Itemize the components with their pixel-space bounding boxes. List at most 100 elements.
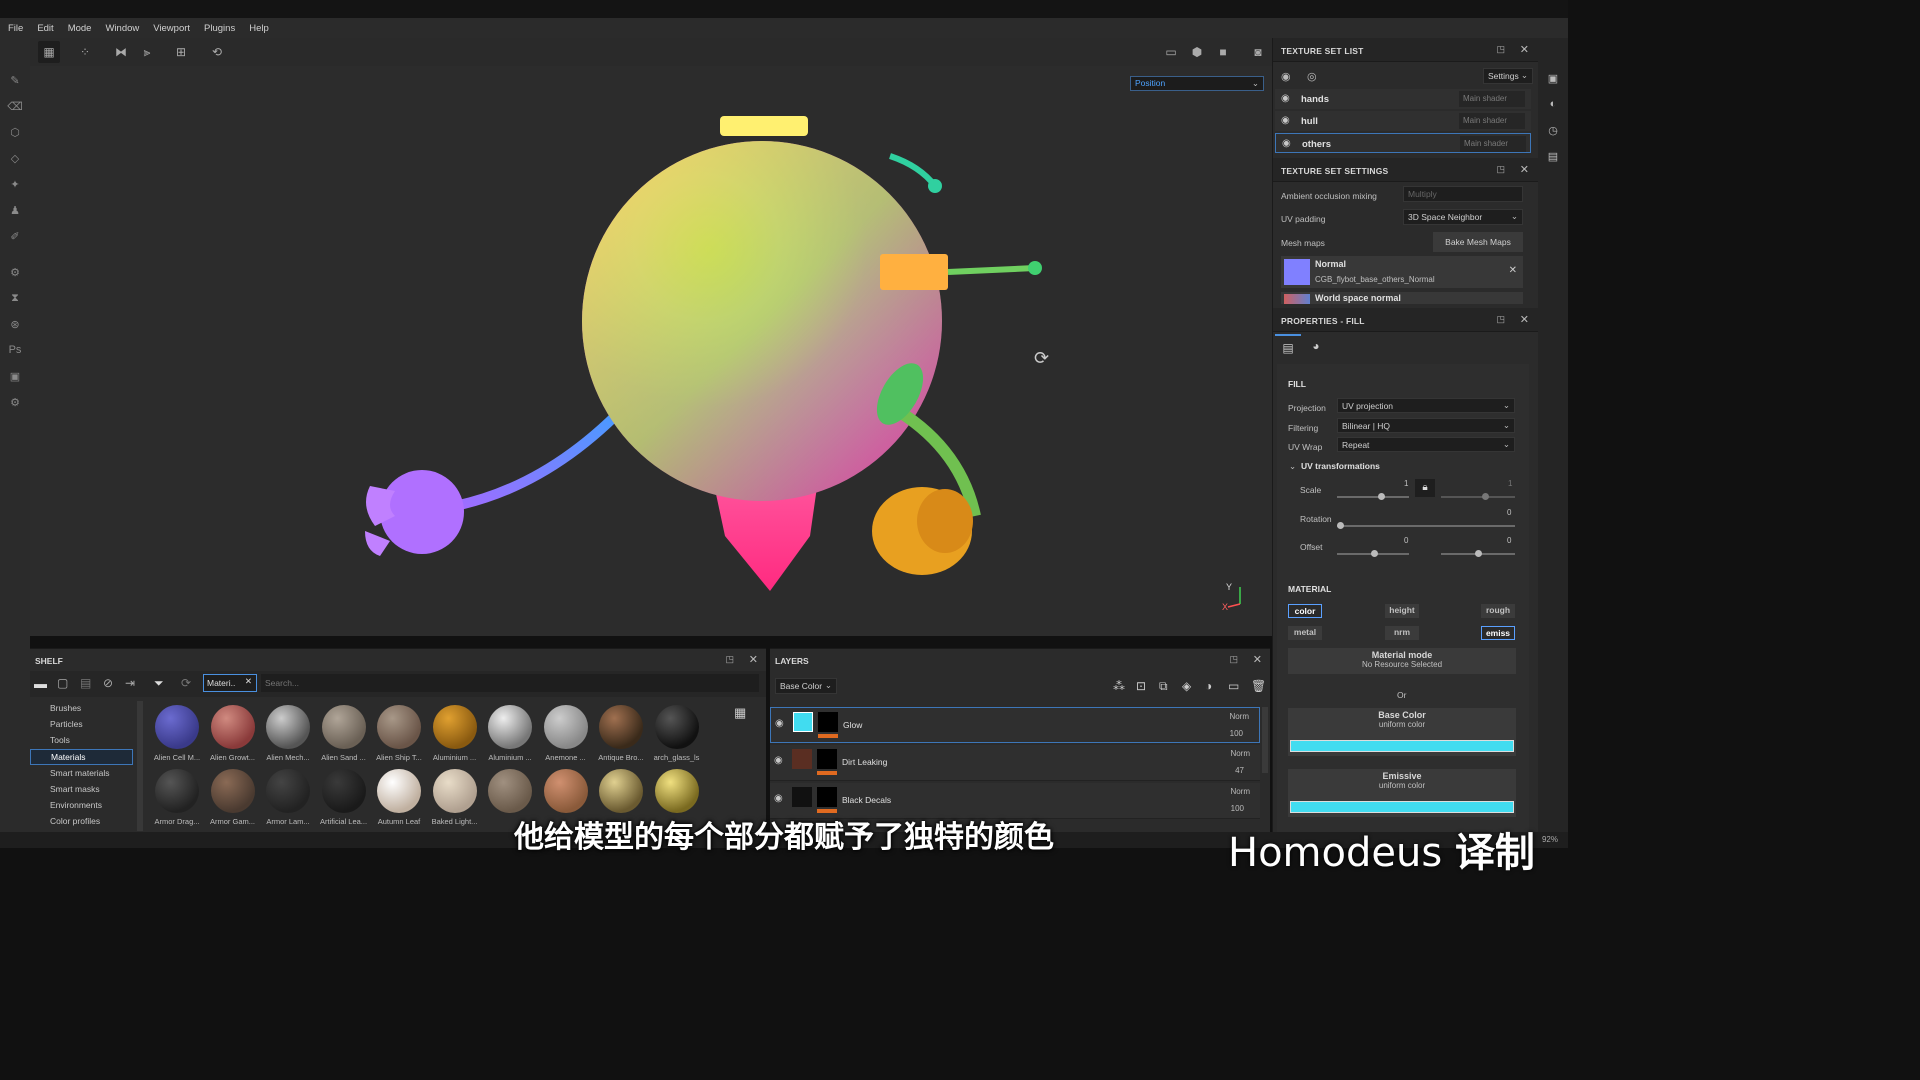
hourglass-icon[interactable]: ⧗ (7, 290, 23, 306)
layer-blend-mode[interactable]: Norm (1230, 749, 1250, 758)
photoshop-export-icon[interactable]: Ps (7, 342, 23, 358)
mirror-y-icon[interactable]: ⫸ (136, 41, 158, 63)
menu-viewport[interactable]: Viewport (153, 23, 190, 34)
material-mode-slot[interactable]: Material mode No Resource Selected (1288, 648, 1516, 674)
list-view-icon[interactable]: ▤ (80, 676, 91, 690)
channel-rough-toggle[interactable]: rough (1481, 604, 1515, 618)
base-color-slot[interactable]: Base Color uniform color (1288, 708, 1516, 756)
eye-icon[interactable]: ◉ (1282, 138, 1291, 149)
remove-map-icon[interactable]: ✕ (1509, 265, 1517, 276)
menu-plugins[interactable]: Plugins (204, 23, 235, 34)
material-thumbnail[interactable] (432, 705, 477, 749)
mesh-map-world-normal-slot[interactable]: World space normal (1281, 292, 1523, 304)
eye-outline-icon[interactable]: ◎ (1307, 70, 1317, 83)
3d-cube-icon[interactable]: ⬢ (1186, 41, 1208, 63)
layer-mask-thumb[interactable] (818, 712, 838, 732)
offset-u-knob[interactable] (1371, 550, 1378, 557)
ao-mixing-field[interactable]: Multiply (1403, 186, 1523, 202)
material-thumbnail[interactable] (543, 705, 588, 749)
new-folder-icon[interactable]: ▢ (57, 676, 68, 690)
float-panel-icon[interactable]: ◳ (1496, 314, 1505, 325)
close-icon[interactable]: ✕ (1253, 653, 1262, 666)
category-brushes[interactable]: Brushes (50, 703, 81, 713)
category-materials[interactable]: Materials (30, 749, 133, 765)
magic-wand-icon[interactable]: ⁂ (1113, 679, 1125, 693)
eye-icon[interactable]: ◉ (774, 793, 783, 804)
category-particles[interactable]: Particles (50, 719, 83, 729)
export-textures-icon[interactable]: ▣ (7, 368, 23, 384)
projection-icon[interactable]: ⬡ (7, 124, 23, 140)
material-thumbnail[interactable] (266, 705, 310, 749)
collapse-chevron-icon[interactable]: ⌄ (1289, 461, 1296, 472)
add-mask-icon[interactable]: ◑ (1205, 679, 1212, 693)
viewport-channel-dropdown[interactable]: Position ⌄ (1130, 76, 1264, 91)
dots-grid-icon[interactable]: ⁘ (74, 41, 96, 63)
shader-settings-icon[interactable]: ◐ (1545, 96, 1561, 112)
material-thumbnail[interactable] (599, 769, 643, 813)
close-icon[interactable]: ✕ (1520, 43, 1529, 56)
eye-visibility-icon[interactable]: ◉ (1281, 70, 1291, 83)
category-tools[interactable]: Tools (50, 735, 70, 745)
layer-row[interactable]: ◉ Glow Norm 100 (770, 707, 1260, 743)
layers-scrollbar[interactable] (1262, 707, 1268, 773)
import-icon[interactable]: ⇥ (125, 676, 135, 690)
shader-dropdown[interactable]: Main shader (1460, 136, 1526, 152)
eye-icon[interactable]: ◉ (1281, 115, 1290, 126)
material-thumbnail[interactable] (488, 769, 532, 813)
grid-select-icon[interactable]: ▦ (38, 41, 60, 63)
2d-view-icon[interactable]: ▭ (1160, 41, 1182, 63)
log-icon[interactable]: ▤ (1545, 148, 1561, 164)
filter-icon[interactable]: ⏷ (154, 676, 164, 691)
material-thumbnail[interactable] (377, 705, 421, 749)
shader-dropdown[interactable]: Main shader (1459, 113, 1525, 129)
mirror-x-icon[interactable]: ⧓ (110, 41, 132, 63)
settings-gear-icon[interactable]: ⚙ (7, 394, 23, 410)
lock-icon[interactable]: 🔒︎ (1415, 479, 1435, 497)
rotation-slider[interactable] (1337, 525, 1515, 527)
rotation-slider-knob[interactable] (1337, 522, 1344, 529)
float-panel-icon[interactable]: ◳ (1496, 44, 1505, 55)
smudge-icon[interactable]: ✦ (7, 176, 23, 192)
layer-opacity[interactable]: 100 (1230, 729, 1243, 738)
texture-set-row-others[interactable]: ◉ others Main shader (1275, 133, 1531, 153)
folder-icon[interactable]: ▬ (34, 676, 47, 691)
channel-emiss-toggle[interactable]: emiss (1481, 626, 1515, 640)
category-smart-materials[interactable]: Smart materials (50, 768, 110, 778)
add-effect-icon[interactable]: ⊡ (1136, 679, 1146, 693)
refresh-icon[interactable]: ⟳ (181, 676, 191, 690)
filtering-dropdown[interactable]: Bilinear | HQ ⌄ (1337, 418, 1515, 433)
channel-height-toggle[interactable]: height (1385, 604, 1419, 618)
material-thumbnail[interactable] (377, 769, 421, 813)
clone-stamp-icon[interactable]: ♟ (7, 202, 23, 218)
close-icon[interactable]: ✕ (1520, 313, 1529, 326)
uv-wrap-dropdown[interactable]: Repeat ⌄ (1337, 437, 1515, 452)
eraser-icon[interactable]: ⌫ (7, 98, 23, 114)
layer-blend-mode[interactable]: Norm (1229, 712, 1249, 721)
scale-slider-knob[interactable] (1378, 493, 1385, 500)
material-thumbnail[interactable] (155, 705, 199, 749)
polygon-fill-icon[interactable]: ◇ (7, 150, 23, 166)
projection-dropdown[interactable]: UV projection ⌄ (1337, 398, 1515, 413)
float-panel-icon[interactable]: ◳ (1496, 164, 1505, 175)
layer-mask-thumb[interactable] (817, 787, 837, 807)
eye-icon[interactable]: ◉ (775, 718, 784, 729)
add-layer-icon[interactable]: ⧉ (1159, 679, 1168, 694)
layer-row[interactable]: ◉ Dirt Leaking Norm 47 (770, 745, 1260, 781)
base-color-swatch[interactable] (1290, 740, 1514, 752)
bake-icon[interactable]: ⚙ (7, 264, 23, 280)
uv-padding-dropdown[interactable]: 3D Space Neighbor ⌄ (1403, 209, 1523, 225)
layer-channel-dropdown[interactable]: Base Color ⌄ (775, 678, 837, 694)
material-thumbnail[interactable] (432, 769, 477, 813)
close-icon[interactable]: ✕ (1520, 163, 1529, 176)
history-clock-icon[interactable]: ◷ (1545, 122, 1561, 138)
category-environments[interactable]: Environments (50, 800, 102, 810)
menu-mode[interactable]: Mode (68, 23, 92, 34)
hide-icon[interactable]: ⊘ (103, 676, 113, 690)
material-thumbnail[interactable] (321, 769, 366, 813)
color-picker-icon[interactable]: ✐ (7, 228, 23, 244)
eye-icon[interactable]: ◉ (774, 755, 783, 766)
shelf-search-input[interactable] (261, 674, 759, 692)
layer-mask-thumb[interactable] (817, 749, 837, 769)
paint-brush-icon[interactable]: ✎ (7, 72, 23, 88)
history-icon[interactable]: ⟲ (206, 41, 228, 63)
